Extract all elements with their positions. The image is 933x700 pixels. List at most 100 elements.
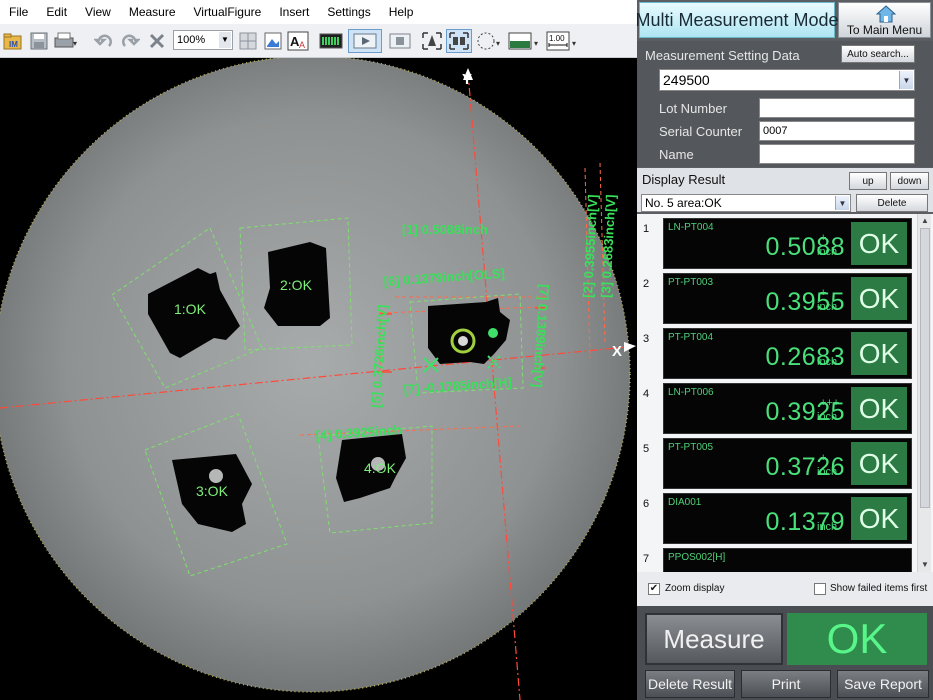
- serial-counter-input[interactable]: 0007: [759, 121, 915, 141]
- multi-detect-icon[interactable]: [446, 29, 472, 53]
- mode-title: Multi Measurement Mode: [635, 2, 839, 38]
- image-tool-icon[interactable]: [262, 29, 284, 53]
- scale-icon[interactable]: 1.00 ▾: [544, 29, 580, 53]
- zoom-value: 100%: [177, 34, 206, 46]
- chevron-down-icon: ▼: [835, 196, 849, 210]
- camera-bar-icon[interactable]: [318, 29, 344, 53]
- result-row[interactable]: 1 LN-PT004 + 0.5088 inch OK: [637, 214, 917, 269]
- result-card: PPOS002[H]: [663, 548, 912, 572]
- setting-select[interactable]: 249500 ▼: [659, 69, 915, 91]
- result-status: OK: [851, 442, 907, 485]
- application-window: File Edit View Measure VirtualFigure Ins…: [0, 0, 933, 700]
- part-label-4: 4:OK: [364, 460, 397, 476]
- result-area-select[interactable]: No. 5 area:OK ▼: [641, 194, 851, 212]
- result-card: PT-PT005 + 0.3726 inch OK: [663, 438, 912, 489]
- result-row[interactable]: 4 LN-PT006 +++ 0.3925 inch OK: [637, 379, 917, 434]
- delete-result-button[interactable]: Delete Result: [645, 670, 735, 698]
- text-label-icon[interactable]: AA: [286, 29, 310, 53]
- display-result-label: Display Result: [642, 172, 726, 187]
- result-card: LN-PT006 +++ 0.3925 inch OK: [663, 383, 912, 434]
- stop-icon[interactable]: [386, 29, 414, 53]
- results-scrollbar[interactable]: ▲ ▼: [917, 214, 931, 572]
- open-folder-icon[interactable]: IM: [2, 29, 24, 53]
- scroll-up-icon[interactable]: ▲: [919, 215, 931, 227]
- menu-edit[interactable]: Edit: [37, 5, 76, 19]
- result-row[interactable]: 2 PT-PT003 + 0.3955 inch OK: [637, 269, 917, 324]
- display-result-section: Display Result up down No. 5 area:OK ▼ D…: [637, 168, 933, 212]
- setting-section: Measurement Setting Data Auto search... …: [637, 41, 933, 167]
- zoom-display-checkbox[interactable]: ✔: [648, 583, 660, 595]
- auto-detect-icon[interactable]: [420, 29, 444, 53]
- part-label-2: 2:OK: [280, 277, 313, 293]
- menu-settings[interactable]: Settings: [318, 5, 379, 19]
- setting-value: 249500: [663, 72, 710, 88]
- toolbar: IM ▾ AA ▾ ▾ 1.00 ▾: [0, 24, 637, 58]
- serial-counter-label: Serial Counter: [659, 124, 743, 139]
- region-select-icon[interactable]: ▾: [474, 29, 504, 53]
- play-icon[interactable]: [348, 29, 382, 53]
- result-card: PT-PT004 0.2683 inch OK: [663, 328, 912, 379]
- result-row[interactable]: 6 DIA001 0.1379 inch OK: [637, 489, 917, 544]
- result-row[interactable]: 5 PT-PT005 + 0.3726 inch OK: [637, 434, 917, 489]
- result-status: OK: [851, 222, 907, 265]
- save-report-button[interactable]: Save Report: [837, 670, 929, 698]
- lot-number-input[interactable]: [759, 98, 915, 118]
- delete-x-icon[interactable]: [146, 29, 168, 53]
- result-row[interactable]: 3 PT-PT004 0.2683 inch OK: [637, 324, 917, 379]
- svg-text:▾: ▾: [496, 39, 500, 48]
- measurement-panel: Multi Measurement Mode To Main Menu Meas…: [635, 0, 933, 700]
- x-axis-label: X: [612, 343, 622, 360]
- setting-data-label: Measurement Setting Data: [645, 48, 800, 63]
- svg-text:▾: ▾: [534, 39, 538, 48]
- menu-view[interactable]: View: [76, 5, 120, 19]
- result-unit: inch: [817, 466, 838, 478]
- grid-tool-icon[interactable]: [236, 29, 260, 53]
- result-area-value: No. 5 area:OK: [645, 196, 722, 210]
- part-hole-3: [209, 469, 223, 483]
- svg-text:▾: ▾: [572, 39, 576, 48]
- result-card: PT-PT003 + 0.3955 inch OK: [663, 273, 912, 324]
- part-label-1: 1:OK: [174, 301, 207, 317]
- down-button[interactable]: down: [890, 172, 929, 190]
- undo-icon[interactable]: [92, 29, 116, 53]
- result-status: OK: [851, 497, 907, 540]
- result-row[interactable]: 7 PPOS002[H]: [637, 544, 917, 572]
- print-button[interactable]: Print: [741, 670, 831, 698]
- result-number: 2: [643, 278, 650, 290]
- redo-icon[interactable]: [118, 29, 142, 53]
- x-axis-arrow-icon: [624, 342, 636, 352]
- menu-help[interactable]: Help: [380, 5, 423, 19]
- results-list[interactable]: 1 LN-PT004 + 0.5088 inch OK 2 PT-PT003 +…: [637, 214, 933, 572]
- to-main-menu-button[interactable]: To Main Menu: [838, 2, 931, 38]
- save-icon[interactable]: [28, 29, 50, 53]
- up-button[interactable]: up: [849, 172, 887, 190]
- contrast-icon[interactable]: ▾: [506, 29, 542, 53]
- menu-insert[interactable]: Insert: [270, 5, 318, 19]
- result-status: OK: [851, 332, 907, 375]
- overall-status: OK: [787, 613, 927, 665]
- measure-button[interactable]: Measure: [645, 613, 783, 665]
- zoom-select[interactable]: 100% ▼: [173, 30, 233, 50]
- result-number: 6: [643, 498, 650, 510]
- result-status: OK: [851, 277, 907, 320]
- home-icon: [876, 5, 896, 23]
- result-unit: inch: [817, 356, 838, 368]
- auto-search-button[interactable]: Auto search...: [841, 45, 915, 63]
- result-card: DIA001 0.1379 inch OK: [663, 493, 912, 544]
- result-number: 5: [643, 443, 650, 455]
- print-icon[interactable]: ▾: [52, 29, 80, 53]
- show-failed-checkbox[interactable]: [814, 583, 826, 595]
- svg-text:A: A: [299, 40, 305, 50]
- name-input[interactable]: [759, 144, 915, 164]
- scroll-thumb[interactable]: [920, 228, 930, 508]
- menu-file[interactable]: File: [0, 5, 37, 19]
- measure-point: [488, 328, 498, 338]
- menu-virtualfigure[interactable]: VirtualFigure: [185, 5, 271, 19]
- delete-button[interactable]: Delete: [856, 194, 928, 212]
- result-unit: inch: [817, 246, 838, 258]
- svg-text:IM: IM: [9, 40, 18, 49]
- menu-measure[interactable]: Measure: [120, 5, 185, 19]
- scroll-down-icon[interactable]: ▼: [919, 559, 931, 571]
- chevron-down-icon: ▼: [219, 32, 231, 48]
- camera-viewport[interactable]: Y X 1:OK 2:OK 3:OK 4:OK [1] 0.5088inch […: [0, 58, 637, 700]
